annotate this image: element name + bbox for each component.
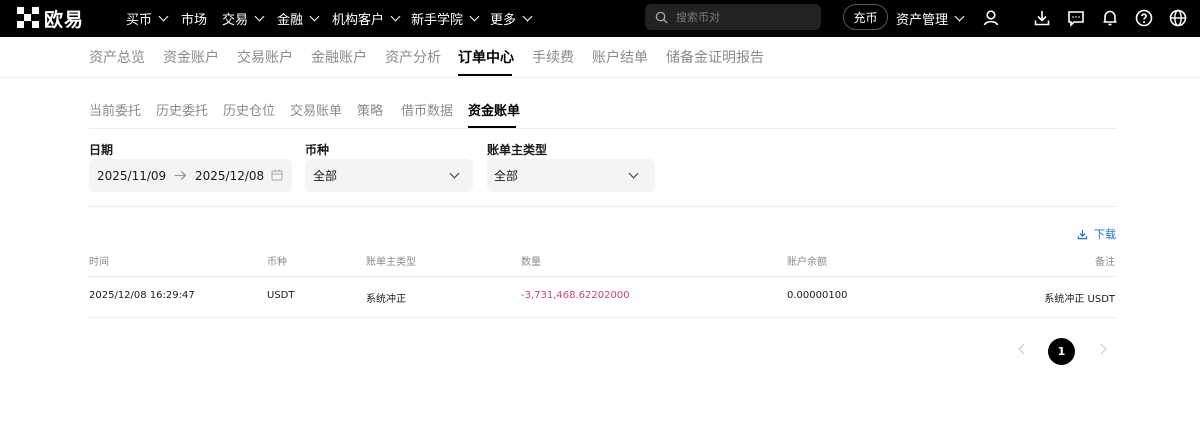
row-divider <box>89 317 1116 318</box>
tab-statements[interactable]: 账户结单 <box>592 47 648 67</box>
chevron-down-icon <box>158 11 169 22</box>
column-header-balance: 账户余额 <box>787 257 827 268</box>
download-icon[interactable] <box>1032 8 1052 28</box>
column-header-bill-type: 账单主类型 <box>366 257 416 268</box>
tab-funding-account[interactable]: 资金账户 <box>163 47 219 67</box>
deposit-button[interactable]: 充币 <box>843 4 888 30</box>
nav-item-more[interactable]: 更多 <box>490 9 533 28</box>
brand-name: 欧易 <box>44 8 85 31</box>
message-icon[interactable] <box>1066 8 1086 28</box>
chevron-down-icon <box>254 11 265 22</box>
page-number-current[interactable]: 1 <box>1048 338 1075 365</box>
chevron-right-icon[interactable] <box>1095 343 1107 355</box>
asset-management-menu[interactable]: 资产管理 <box>896 9 965 28</box>
cell-currency: USDT <box>267 290 295 301</box>
nav-item-label: 交易 <box>222 13 249 28</box>
cell-note: 系统冲正 USDT <box>1044 294 1115 305</box>
nav-item-academy[interactable]: 新手学院 <box>411 9 480 28</box>
tab-borrow-data[interactable]: 借币数据 <box>401 100 453 119</box>
end-date-value[interactable]: 2025/12/08 <box>195 169 264 183</box>
chevron-down-icon <box>390 11 401 22</box>
brand-logo[interactable]: 欧易 <box>17 6 85 31</box>
tab-order-center[interactable]: 订单中心 <box>458 47 514 67</box>
user-icon[interactable] <box>981 8 1001 28</box>
nav-item-label: 金融 <box>277 13 304 28</box>
calendar-icon[interactable] <box>271 169 283 181</box>
bill-type-select[interactable]: 全部 <box>487 159 655 192</box>
help-icon[interactable] <box>1134 8 1154 28</box>
chevron-down-icon <box>628 168 639 179</box>
cell-amount: -3,731,468.62202000 <box>521 290 630 301</box>
top-nav-bar: 欧易 买币 市场 交易 金融 机构客户 新手学院 更多 充币 资产管理 <box>0 0 1200 37</box>
account-tabs: 资产总览 资金账户 交易账户 金融账户 资产分析 订单中心 手续费 账户结单 储… <box>0 37 1200 78</box>
cell-bill-type: 系统冲正 <box>366 294 406 305</box>
asset-management-label: 资产管理 <box>896 13 949 28</box>
column-header-time: 时间 <box>89 257 109 268</box>
filter-divider <box>89 206 1116 207</box>
nav-item-label: 市场 <box>181 13 208 28</box>
tab-trade-bills[interactable]: 交易账单 <box>290 100 342 119</box>
arrow-right-icon <box>174 171 187 180</box>
date-filter-label: 日期 <box>89 143 114 157</box>
tab-position-history[interactable]: 历史仓位 <box>223 100 275 119</box>
tab-order-history[interactable]: 历史委托 <box>156 100 208 119</box>
tab-strategy[interactable]: 策略 <box>357 100 383 119</box>
tab-funding-bills[interactable]: 资金账单 <box>468 100 520 119</box>
bill-type-filter-label: 账单主类型 <box>487 143 548 157</box>
nav-item-label: 买币 <box>126 13 153 28</box>
start-date-value[interactable]: 2025/11/09 <box>97 169 166 183</box>
chevron-down-icon <box>522 11 533 22</box>
download-icon <box>1077 229 1088 239</box>
nav-item-trade[interactable]: 交易 <box>222 9 265 28</box>
tab-finance-account[interactable]: 金融账户 <box>311 47 367 67</box>
download-button[interactable]: 下载 <box>1077 226 1116 242</box>
cell-balance: 0.00000100 <box>787 290 848 301</box>
column-header-note: 备注 <box>1095 257 1115 268</box>
currency-select-value: 全部 <box>313 169 338 183</box>
column-header-currency: 币种 <box>267 257 287 268</box>
nav-item-institutional[interactable]: 机构客户 <box>332 9 401 28</box>
date-range-picker[interactable]: 2025/11/09 2025/12/08 <box>89 159 292 192</box>
okx-logo-icon <box>17 7 39 29</box>
nav-item-market[interactable]: 市场 <box>181 9 207 28</box>
currency-select[interactable]: 全部 <box>305 159 473 192</box>
chevron-down-icon <box>309 11 320 22</box>
chevron-down-icon <box>469 11 480 22</box>
chevron-down-icon <box>954 11 965 22</box>
column-header-amount: 数量 <box>521 257 541 268</box>
order-sub-tabs: 当前委托 历史委托 历史仓位 交易账单 策略 借币数据 资金账单 <box>89 100 1116 129</box>
active-tab-indicator <box>458 74 512 76</box>
tab-proof-of-reserves[interactable]: 储备金证明报告 <box>666 47 764 67</box>
search-input[interactable] <box>676 10 806 24</box>
currency-filter-label: 币种 <box>305 143 330 157</box>
tab-trading-account[interactable]: 交易账户 <box>237 47 293 67</box>
chevron-left-icon[interactable] <box>1018 343 1030 355</box>
tab-fees[interactable]: 手续费 <box>532 47 574 67</box>
nav-item-label: 新手学院 <box>411 13 464 28</box>
download-label: 下载 <box>1094 228 1116 241</box>
chevron-down-icon <box>449 168 460 179</box>
cell-time: 2025/12/08 16:29:47 <box>89 290 195 301</box>
nav-item-buy-crypto[interactable]: 买币 <box>126 9 169 28</box>
bell-icon[interactable] <box>1100 8 1120 28</box>
nav-item-finance[interactable]: 金融 <box>277 9 320 28</box>
nav-item-label: 更多 <box>490 13 517 28</box>
active-subtab-indicator <box>468 126 516 128</box>
nav-item-label: 机构客户 <box>332 13 385 28</box>
tab-asset-analysis[interactable]: 资产分析 <box>385 47 441 67</box>
tab-open-orders[interactable]: 当前委托 <box>89 100 141 119</box>
search-box[interactable] <box>645 4 821 30</box>
bill-type-select-value: 全部 <box>494 169 519 183</box>
table-header-divider <box>89 276 1116 277</box>
globe-icon[interactable] <box>1168 8 1188 28</box>
search-icon <box>655 11 668 24</box>
tab-asset-overview[interactable]: 资产总览 <box>89 47 145 67</box>
